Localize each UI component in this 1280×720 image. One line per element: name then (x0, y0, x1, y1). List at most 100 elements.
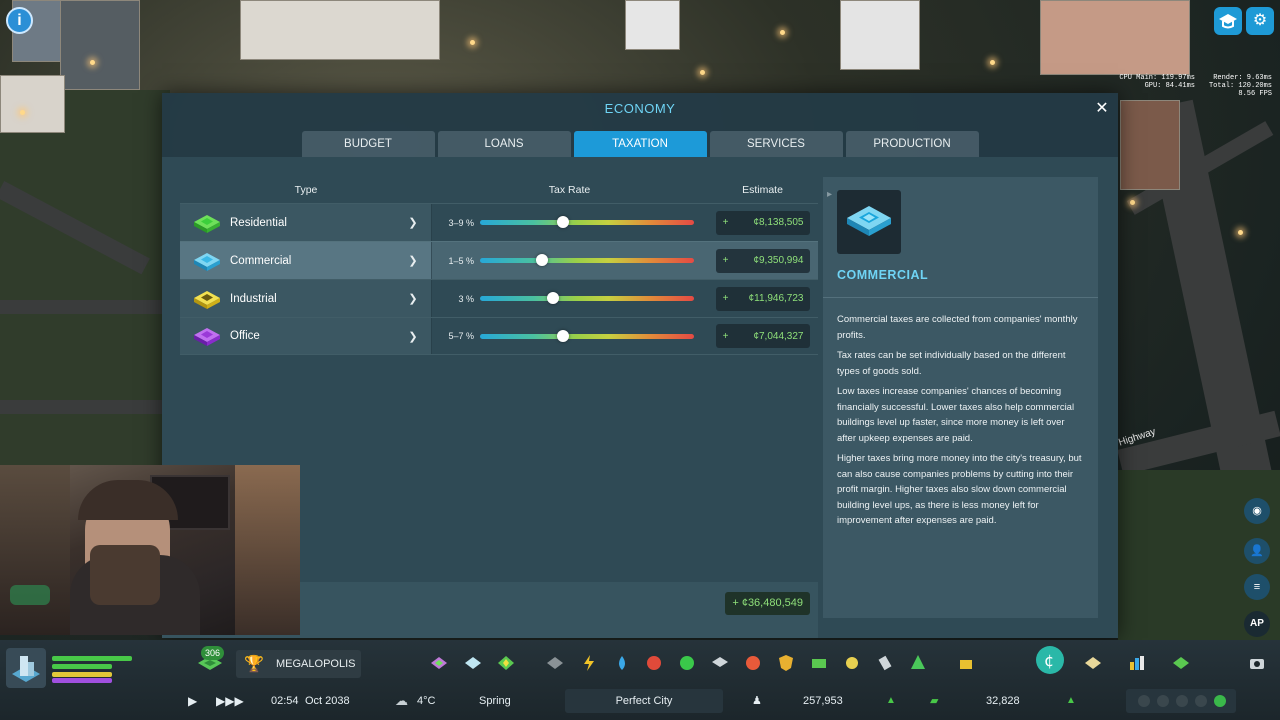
milestone-button[interactable]: 🏆 MEGALOPOLIS (236, 650, 361, 678)
render-stat: Render: 9.63ms (1213, 74, 1272, 82)
electricity-icon[interactable] (580, 654, 598, 672)
rate-cell-commercial: 1–5 % (432, 242, 707, 279)
fire-icon[interactable] (744, 654, 762, 672)
settings-gear-icon[interactable]: ⚙ (1246, 7, 1274, 35)
notifications-box[interactable] (1126, 689, 1236, 713)
svg-text:¢: ¢ (1044, 651, 1054, 670)
rate-text-residential: 3–9 % (448, 217, 474, 228)
type-cell-industrial[interactable]: Industrial ❯ (180, 280, 432, 317)
temperature: 4°C (417, 695, 436, 707)
toolbar: 306 🏆 MEGALOPOLIS ¢ (0, 640, 1280, 688)
population-trend-icon: ▲ (886, 695, 896, 706)
table-header: Type Tax Rate Estimate (180, 177, 818, 203)
communications-icon[interactable] (876, 654, 894, 672)
slider-knob[interactable] (557, 329, 570, 342)
chevron-down-icon[interactable]: ❯ (405, 254, 421, 267)
tab-services[interactable]: SERVICES (709, 131, 843, 157)
divider (823, 297, 1098, 298)
detail-panel: COMMERCIAL Commercial taxes are collecte… (823, 177, 1098, 618)
tax-slider-industrial[interactable] (480, 292, 694, 304)
fast-forward-icon[interactable]: ▶▶▶ (216, 682, 244, 720)
parks-icon[interactable] (843, 654, 861, 672)
estimate-value-residential: ¢8,138,505 (753, 217, 804, 228)
milestone-count-badge: 306 (201, 646, 225, 660)
economy-tabs: BUDGET LOANS TAXATION SERVICES PRODUCTIO… (162, 131, 1118, 157)
garbage-icon[interactable] (678, 654, 696, 672)
population-icon: ♟ (752, 695, 762, 707)
estimate-sign: + (722, 217, 729, 228)
police-icon[interactable] (777, 654, 795, 672)
office-zone-icon (194, 328, 220, 346)
estimate-cell-commercial: + ¢9,350,994 (707, 242, 818, 279)
debug-stats: CPU Main: 119.97ms Render: 9.63ms GPU: 8… (1119, 74, 1272, 98)
citizen-icon[interactable]: 👤 (1244, 538, 1270, 564)
chevron-down-icon[interactable]: ❯ (405, 330, 421, 343)
signature-buildings-icon[interactable] (957, 654, 975, 672)
water-icon[interactable] (613, 654, 631, 672)
detail-paragraph: Tax rates can be set individually based … (837, 350, 1066, 377)
rate-cell-industrial: 3 % (432, 280, 707, 317)
detail-paragraph: Low taxes increase companies' chances of… (837, 386, 1075, 444)
chevron-down-icon[interactable]: ❯ (405, 292, 421, 305)
tax-row-office: Office ❯ 5–7 % + ¢7,044,327 (180, 317, 818, 355)
info-icon[interactable]: i (6, 7, 33, 34)
tutorial-icon[interactable] (1214, 7, 1242, 35)
total-estimate: + ¢36,480,549 (725, 592, 810, 615)
estimate-value-industrial: ¢11,946,723 (748, 293, 804, 304)
tab-loans[interactable]: LOANS (437, 131, 571, 157)
ap-button[interactable]: AP (1244, 611, 1270, 637)
commercial-zone-icon (194, 252, 220, 271)
type-cell-commercial[interactable]: Commercial ❯ (180, 242, 432, 279)
status-bar: ▶ ▶▶▶ 02:54 Oct 2038 ☁ 4°C Spring Perfec… (0, 682, 1280, 720)
close-icon[interactable]: ✕ (1093, 100, 1111, 118)
industrial-zone-icon (194, 290, 220, 309)
landscaping-icon[interactable] (497, 654, 515, 672)
detail-paragraph: Commercial taxes are collected from comp… (837, 314, 1078, 341)
education-icon[interactable] (711, 654, 729, 672)
economy-icon[interactable]: ¢ (1036, 646, 1064, 674)
notes-icon[interactable]: ≡ (1244, 574, 1270, 600)
zoning-icon[interactable] (430, 654, 448, 672)
rate-text-commercial: 1–5 % (448, 255, 474, 266)
tax-slider-residential[interactable] (480, 216, 694, 228)
milestone-name: MEGALOPOLIS (276, 658, 356, 670)
tax-row-residential: Residential ❯ 3–9 % + ¢8,138,505 (180, 203, 818, 241)
money-icon: ▰ (930, 695, 939, 707)
column-estimate: Estimate (742, 184, 783, 196)
statistics-icon[interactable] (1128, 654, 1146, 672)
tax-slider-office[interactable] (480, 329, 694, 342)
photo-mode-icon[interactable] (1248, 654, 1266, 672)
healthcare-icon[interactable] (645, 654, 663, 672)
estimate-cell-office: + ¢7,044,327 (707, 318, 818, 354)
transportation-icon[interactable] (810, 654, 828, 672)
slider-knob[interactable] (536, 254, 549, 266)
roads-icon[interactable] (546, 654, 564, 672)
type-cell-office[interactable]: Office ❯ (180, 318, 432, 354)
commercial-demand-bar (52, 672, 112, 677)
areas-icon[interactable] (464, 654, 482, 672)
tab-taxation[interactable]: TAXATION (573, 131, 707, 157)
map-icon[interactable] (1084, 654, 1102, 672)
rate-text-industrial: 3 % (458, 293, 474, 304)
slider-knob[interactable] (557, 216, 570, 228)
tax-slider-commercial[interactable] (480, 254, 694, 266)
tab-production[interactable]: PRODUCTION (845, 131, 979, 157)
play-icon[interactable]: ▶ (188, 682, 197, 720)
slider-knob[interactable] (546, 292, 559, 304)
cpu-main-stat: CPU Main: 119.97ms (1119, 74, 1195, 82)
commercial-zone-icon (837, 190, 901, 254)
tab-budget[interactable]: BUDGET (301, 131, 435, 157)
column-type: Type (294, 184, 318, 196)
bottom-bar: 306 🏆 MEGALOPOLIS ¢ ▶ ▶▶▶ 02:54 Oct 2038 (0, 640, 1280, 720)
camera-icon[interactable]: ◉ (1244, 498, 1270, 524)
estimate-sign: + (722, 255, 729, 266)
landscape-tree-icon[interactable] (909, 654, 927, 672)
rate-cell-office: 5–7 % (432, 318, 707, 354)
type-cell-residential[interactable]: Residential ❯ (180, 204, 432, 241)
taxation-body: Type Tax Rate Estimate Residential ❯ 3–9… (162, 157, 1118, 638)
chevron-down-icon[interactable]: ❯ (405, 216, 421, 229)
city-name-box[interactable]: Perfect City (565, 689, 723, 713)
population: 257,953 (803, 695, 843, 707)
info-views-icon[interactable] (1172, 654, 1190, 672)
estimate-value-commercial: ¢9,350,994 (753, 255, 804, 266)
